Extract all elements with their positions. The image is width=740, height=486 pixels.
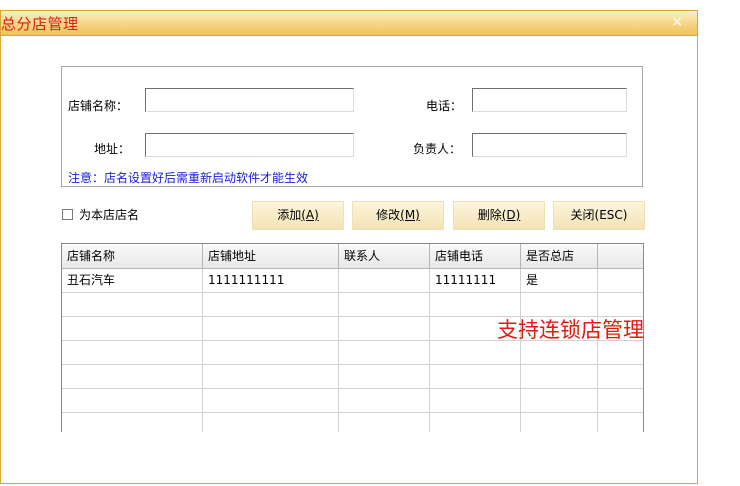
table-cell[interactable] [339,293,430,317]
store-name-input[interactable] [145,88,354,112]
window-title: 总分店管理 [1,15,79,33]
column-header-store-name[interactable]: 店铺名称 [62,244,203,269]
table-cell[interactable] [598,413,643,432]
table-cell[interactable] [598,269,643,293]
table-cell[interactable] [62,389,203,413]
table-cell[interactable] [598,365,643,389]
table-cell[interactable] [339,413,430,432]
table-cell[interactable] [430,389,521,413]
table-cell[interactable] [62,341,203,365]
table-cell[interactable] [430,365,521,389]
edit-button-hotkey: (M) [400,208,420,222]
table-cell[interactable] [430,413,521,432]
column-header-is-main-store[interactable]: 是否总店 [521,244,598,269]
manager-input[interactable] [472,133,627,157]
close-icon[interactable]: × [671,14,683,30]
table-header: 店铺名称 店铺地址 联系人 店铺电话 是否总店 [62,244,643,269]
column-header-contact[interactable]: 联系人 [339,244,430,269]
table-cell[interactable] [598,389,643,413]
table-cell[interactable] [203,341,339,365]
address-input[interactable] [145,133,354,157]
table-cell[interactable] [339,269,430,293]
main-store-checkbox[interactable] [62,209,73,220]
add-button-hotkey: (A) [301,208,319,222]
table-cell[interactable]: 丑石汽车 [62,269,203,293]
table-cell[interactable]: 1111111111 [203,269,339,293]
table-row[interactable] [62,413,643,432]
restart-notice: 注意：店名设置好后需重新启动软件才能生效 [68,171,309,185]
table-cell[interactable] [598,341,643,365]
table-row[interactable]: 丑石汽车 1111111111 11111111 是 [62,269,643,293]
add-button-label: 添加 [277,208,302,222]
table-cell[interactable] [203,413,339,432]
table-cell[interactable] [339,389,430,413]
delete-button-hotkey: (D) [501,208,521,222]
address-label: 地址： [94,142,131,156]
main-store-checkbox-row[interactable]: 为本店店名 [62,206,139,222]
table-cell[interactable] [339,341,430,365]
close-button-label: 关闭(ESC) [570,208,628,222]
store-info-panel: 店铺名称： 电话： 地址： 负责人： 注意：店名设置好后需重新启动软件才能生效 [61,66,643,187]
table-cell[interactable] [521,389,598,413]
table-cell[interactable] [62,365,203,389]
table-cell[interactable] [62,413,203,432]
table-cell[interactable]: 是 [521,269,598,293]
table-cell[interactable]: 11111111 [430,269,521,293]
column-header-store-address[interactable]: 店铺地址 [203,244,339,269]
table-row[interactable] [62,341,643,365]
edit-button[interactable]: 修改(M) [352,201,444,230]
delete-button-label: 删除 [477,208,502,222]
table-cell[interactable] [521,341,598,365]
store-name-label: 店铺名称： [68,99,129,113]
table-cell[interactable] [203,317,339,341]
table-cell[interactable] [430,341,521,365]
edit-button-label: 修改 [376,208,401,222]
column-header-filler [598,244,643,269]
table-row[interactable] [62,389,643,413]
add-button[interactable]: 添加(A) [252,201,344,230]
table-cell[interactable] [62,293,203,317]
table-cell[interactable] [203,389,339,413]
column-header-store-phone[interactable]: 店铺电话 [430,244,521,269]
title-bar[interactable]: 总分店管理 × [1,11,697,36]
close-button[interactable]: 关闭(ESC) [553,201,645,230]
table-cell[interactable] [203,365,339,389]
promo-caption: 支持连锁店管理 [497,318,644,342]
phone-label: 电话： [426,99,463,113]
table-cell[interactable] [521,365,598,389]
table-cell[interactable] [203,293,339,317]
table-row[interactable] [62,365,643,389]
table-cell[interactable] [339,317,430,341]
phone-input[interactable] [472,88,627,112]
table-cell[interactable] [521,413,598,432]
delete-button[interactable]: 删除(D) [453,201,545,230]
main-store-checkbox-label: 为本店店名 [79,208,140,222]
table-cell[interactable] [62,317,203,341]
table-cell[interactable] [339,365,430,389]
manager-label: 负责人： [413,142,462,156]
